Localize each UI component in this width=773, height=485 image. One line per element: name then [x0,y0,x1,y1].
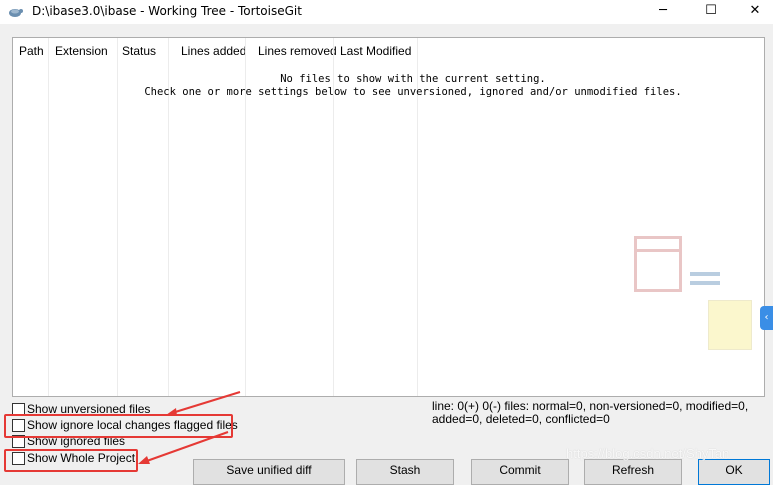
annotation-arrow [143,431,229,463]
refresh-button[interactable]: Refresh [584,459,682,485]
commit-button[interactable]: Commit [471,459,569,485]
status-summary-line2: added=0, deleted=0, conflicted=0 [432,412,610,426]
arrow-head-icon [166,408,177,416]
annotation-arrow [171,391,241,414]
ok-button[interactable]: OK [698,459,770,485]
save-unified-diff-button[interactable]: Save unified diff [193,459,345,485]
arrow-head-icon [138,456,150,464]
watermark: https://blog.csdn.net/ShyTan [566,446,730,461]
stash-button[interactable]: Stash [356,459,454,485]
status-summary-line1: line: 0(+) 0(-) files: normal=0, non-ver… [432,399,749,413]
